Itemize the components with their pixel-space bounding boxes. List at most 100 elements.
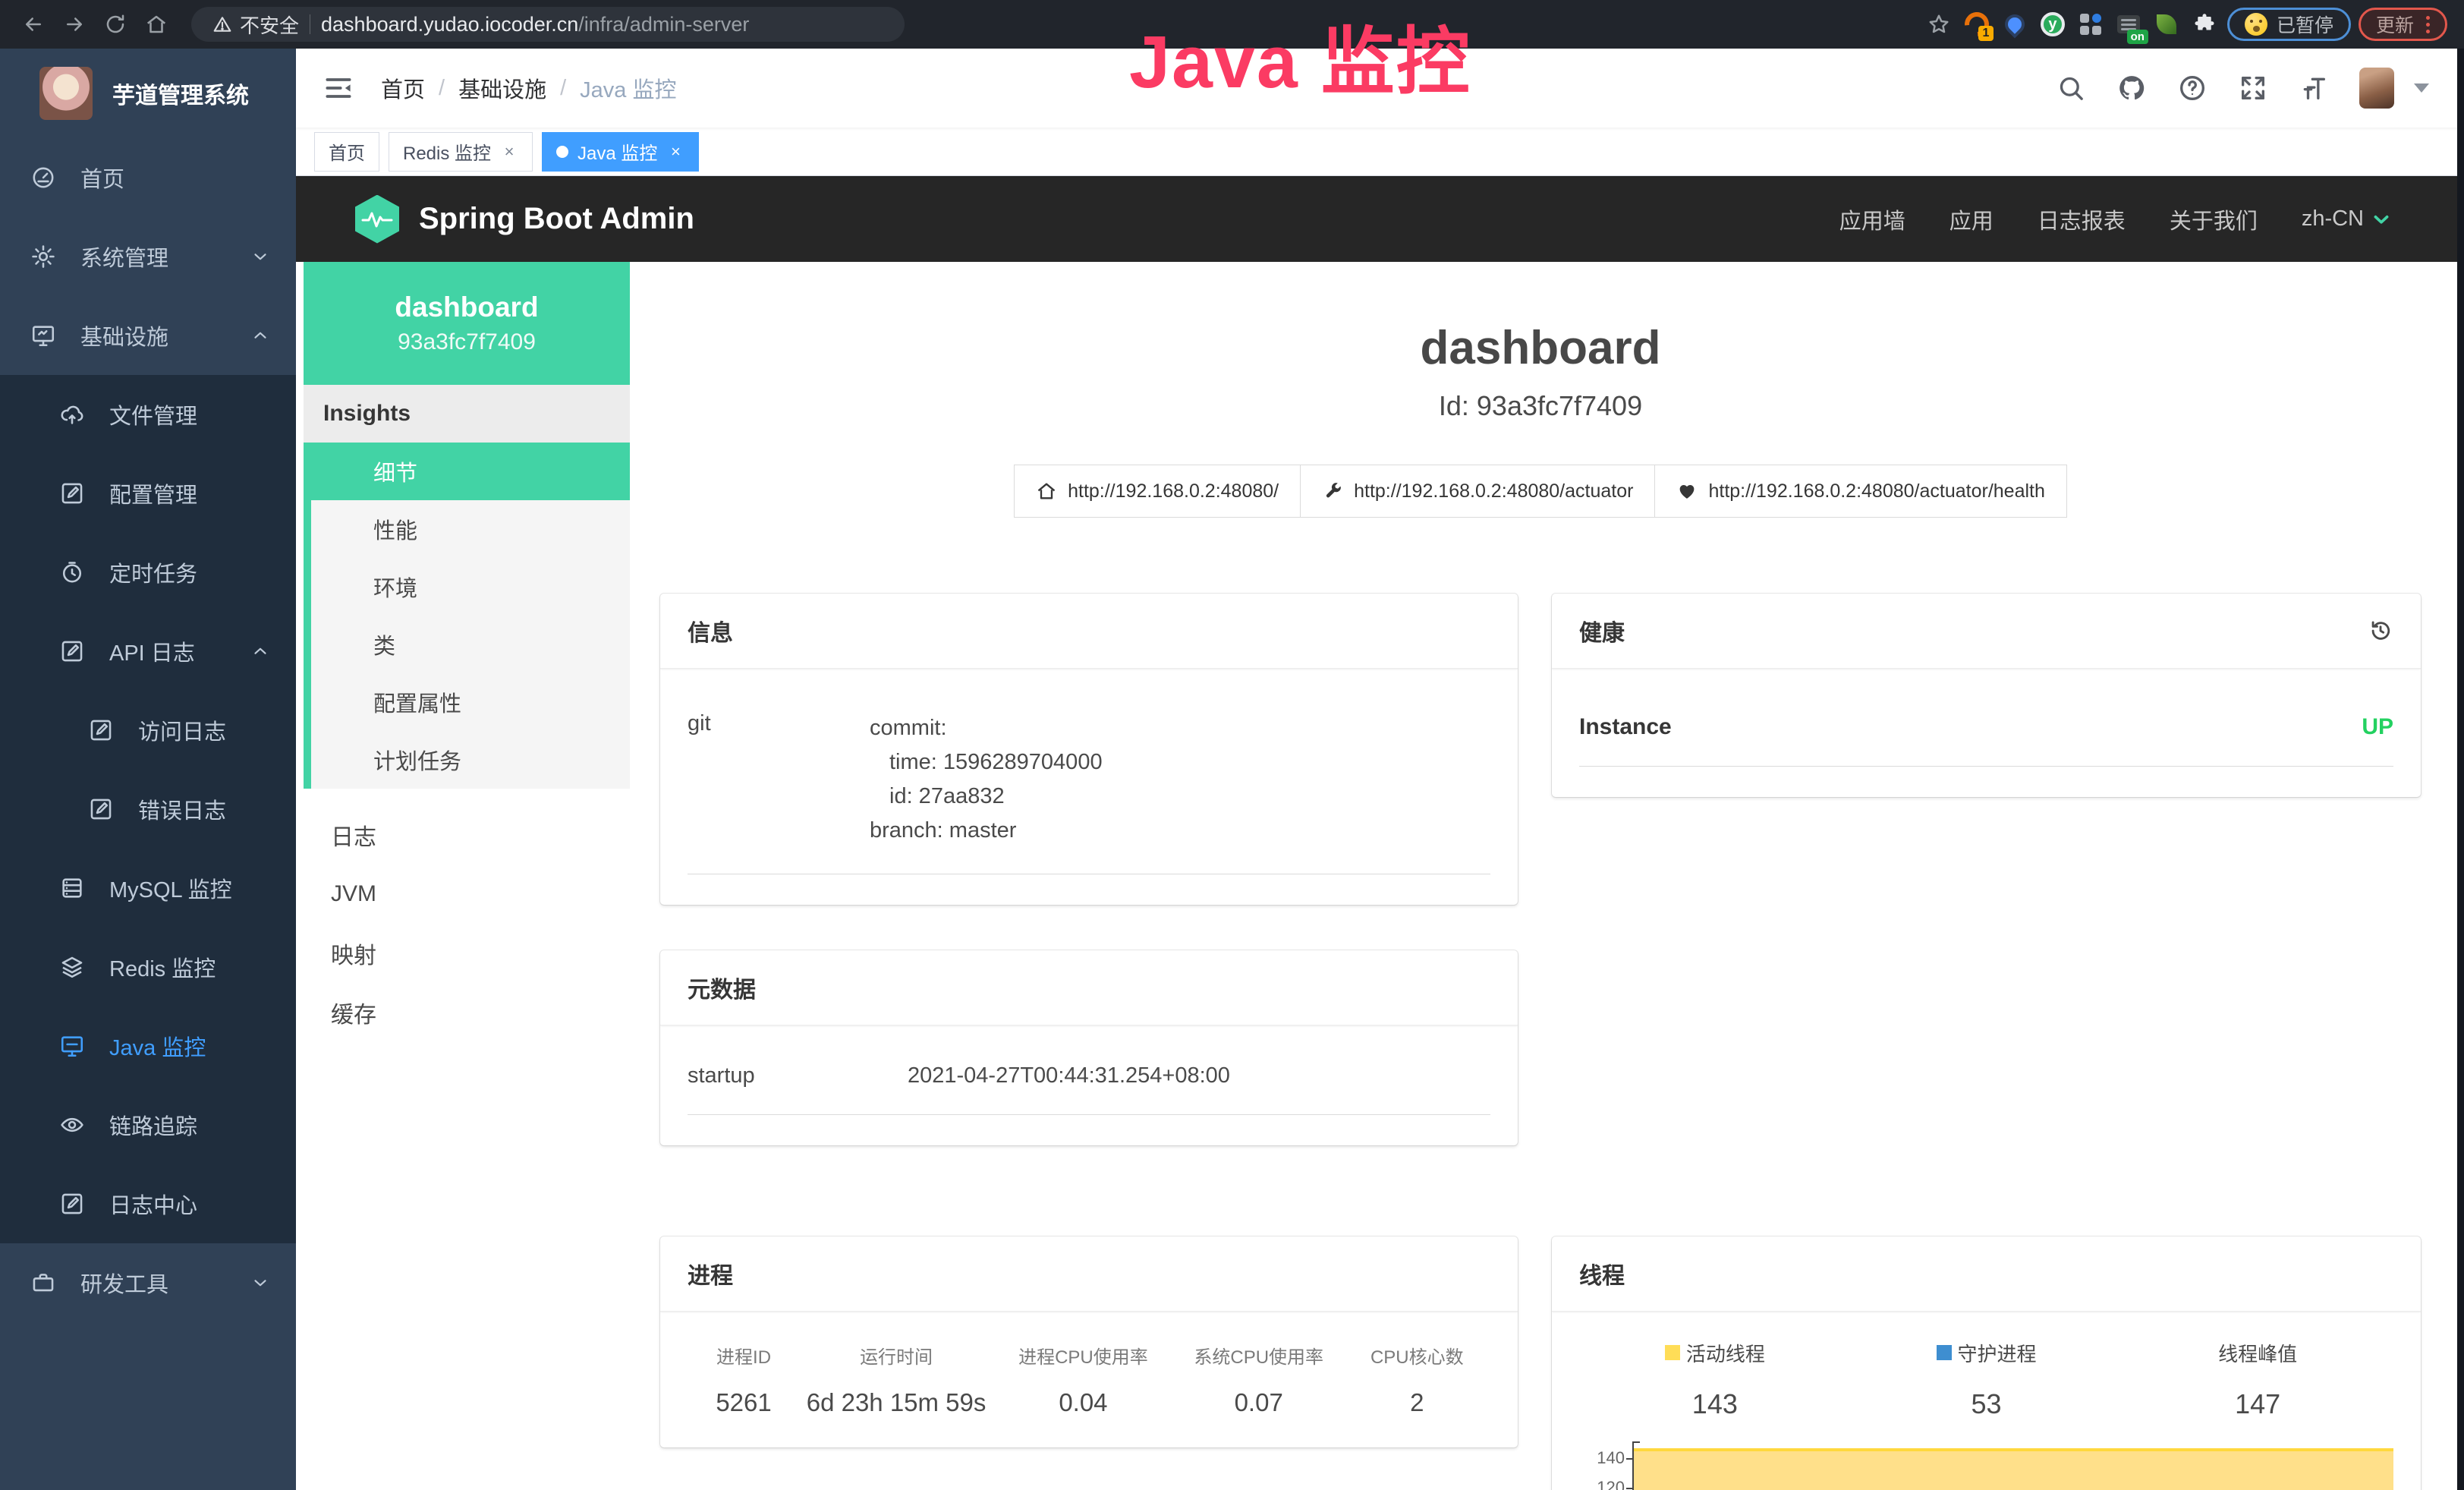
timer-icon xyxy=(59,559,85,585)
chevron-up-icon xyxy=(250,326,270,345)
threads-values: 143 53 147 xyxy=(1579,1372,2393,1420)
sba-nav-about[interactable]: 关于我们 xyxy=(2170,203,2258,235)
extension-on-icon[interactable]: on xyxy=(2113,9,2144,39)
paused-extension-pill[interactable]: 已暂停 xyxy=(2227,8,2351,41)
app-logo-row[interactable]: 芋道管理系统 xyxy=(0,49,296,138)
health-url-button[interactable]: http://192.168.0.2:48080/actuator/health xyxy=(1654,465,2066,518)
browser-menu-icon[interactable] xyxy=(2426,16,2430,33)
service-url-button[interactable]: http://192.168.0.2:48080/ xyxy=(1014,465,1301,518)
sba-menu-mappings[interactable]: 映射 xyxy=(304,924,630,983)
layers-icon xyxy=(59,954,85,980)
extension-oclock-icon[interactable]: 1 xyxy=(1962,9,1992,39)
metadata-key: startup xyxy=(688,1063,908,1088)
browser-reload-icon[interactable] xyxy=(99,8,132,41)
sidebar-item-java-monitor[interactable]: Java 监控 xyxy=(0,1006,296,1085)
sidebar-item-infra[interactable]: 基础设施 xyxy=(0,296,296,375)
extension-leaf-icon[interactable] xyxy=(2151,9,2182,39)
edit-icon xyxy=(88,796,114,822)
breadcrumb-separator xyxy=(560,76,566,101)
sidebar-item-system[interactable]: 系统管理 xyxy=(0,217,296,296)
monitor-icon xyxy=(30,323,56,348)
browser-home-icon[interactable] xyxy=(140,8,173,41)
window-scrollbar-edge[interactable] xyxy=(2457,49,2464,1490)
sidebar-item-redis[interactable]: Redis 监控 xyxy=(0,928,296,1006)
sidebar-item-log-center[interactable]: 日志中心 xyxy=(0,1164,296,1243)
sidebar-item-files[interactable]: 文件管理 xyxy=(0,375,296,454)
breadcrumb-home[interactable]: 首页 xyxy=(381,72,425,104)
chevron-down-icon xyxy=(250,1273,270,1293)
not-secure-badge[interactable]: 不安全 xyxy=(212,11,299,39)
sba-menu-scheduled-tasks[interactable]: 计划任务 xyxy=(311,731,630,789)
help-icon[interactable] xyxy=(2177,73,2208,103)
sba-menu-caches[interactable]: 缓存 xyxy=(304,983,630,1042)
sba-insights-menu: 细节 性能 环境 类 配置属性 计划任务 xyxy=(304,443,630,789)
sba-menu-details[interactable]: 细节 xyxy=(311,443,630,500)
tab-java-monitor[interactable]: Java 监控 xyxy=(542,132,699,172)
edit-icon xyxy=(59,480,85,506)
metadata-card-title: 元数据 xyxy=(688,971,756,1004)
breadcrumb-current: Java 监控 xyxy=(580,72,676,104)
chevron-down-icon xyxy=(250,247,270,266)
info-card: 信息 git commit: time: 1596289704000 id: 2… xyxy=(660,594,1518,905)
instance-title: dashboard xyxy=(660,321,2421,375)
sidebar-item-tracing[interactable]: 链路追踪 xyxy=(0,1085,296,1164)
font-size-icon[interactable] xyxy=(2299,73,2329,103)
sidebar-item-error-log[interactable]: 错误日志 xyxy=(0,770,296,849)
sidebar-item-api-log[interactable]: API 日志 xyxy=(0,612,296,691)
health-card-title: 健康 xyxy=(1579,614,1625,647)
sba-menu-metrics[interactable]: 性能 xyxy=(311,500,630,558)
sba-sidebar: dashboard 93a3fc7f7409 Insights 细节 性能 环境… xyxy=(304,262,630,1490)
actuator-url-button[interactable]: http://192.168.0.2:48080/actuator xyxy=(1300,465,1655,518)
search-icon[interactable] xyxy=(2056,73,2086,103)
history-icon[interactable] xyxy=(2368,618,2393,644)
info-key: git xyxy=(688,711,870,848)
fullscreen-icon[interactable] xyxy=(2238,73,2268,103)
hamburger-icon[interactable] xyxy=(322,71,355,105)
monitor-icon xyxy=(59,1033,85,1059)
process-uptime: 6d 23h 15m 59s xyxy=(800,1388,993,1417)
tab-redis-monitor[interactable]: Redis 监控 xyxy=(389,132,533,172)
extension-pin-icon[interactable] xyxy=(2000,9,2030,39)
sba-menu-classes[interactable]: 类 xyxy=(311,616,630,673)
sidebar-item-mysql[interactable]: MySQL 监控 xyxy=(0,849,296,928)
sidebar-item-dev-tools[interactable]: 研发工具 xyxy=(0,1243,296,1322)
threads-chart-plot xyxy=(1632,1441,2393,1490)
sba-menu-config-props[interactable]: 配置属性 xyxy=(311,673,630,731)
bookmark-star-icon[interactable] xyxy=(1924,9,1954,39)
browser-back-icon[interactable] xyxy=(17,8,50,41)
breadcrumb-infra[interactable]: 基础设施 xyxy=(458,72,546,104)
sba-menu-label: Insights xyxy=(304,385,630,443)
github-icon[interactable] xyxy=(2116,73,2147,103)
sba-menu-environment[interactable]: 环境 xyxy=(311,558,630,616)
cloud-upload-icon xyxy=(59,402,85,427)
extension-grid-icon[interactable] xyxy=(2075,9,2106,39)
sidebar-item-config[interactable]: 配置管理 xyxy=(0,454,296,533)
sidebar-item-jobs[interactable]: 定时任务 xyxy=(0,533,296,612)
sba-nav-applications[interactable]: 应用 xyxy=(1949,203,1994,235)
sba-top-links: 日志 JVM 映射 缓存 xyxy=(304,805,630,1042)
sidebar-item-home[interactable]: 首页 xyxy=(0,138,296,217)
avatar-caret-icon[interactable] xyxy=(2414,83,2429,93)
sidebar-item-access-log[interactable]: 访问日志 xyxy=(0,691,296,770)
close-icon[interactable] xyxy=(500,143,518,161)
tab-home[interactable]: 首页 xyxy=(314,132,379,172)
warning-icon xyxy=(212,14,232,34)
log-icon xyxy=(59,1191,85,1217)
close-icon[interactable] xyxy=(666,143,684,161)
address-bar[interactable]: 不安全 dashboard.yudao.iocoder.cn/infra/adm… xyxy=(191,7,905,42)
browser-forward-icon[interactable] xyxy=(58,8,91,41)
infra-submenu: 文件管理 配置管理 定时任务 API 日志 访问日志 xyxy=(0,375,296,1243)
sba-menu-logs[interactable]: 日志 xyxy=(304,805,630,865)
sba-brand-title[interactable]: Spring Boot Admin xyxy=(419,202,694,236)
extensions-puzzle-icon[interactable] xyxy=(2189,9,2220,39)
system-cpu: 0.07 xyxy=(1174,1388,1344,1417)
user-avatar[interactable] xyxy=(2359,68,2394,109)
sba-nav-wallboard[interactable]: 应用墙 xyxy=(1839,203,1905,235)
home-icon xyxy=(1036,480,1057,502)
edit-icon xyxy=(88,717,114,743)
sba-locale-select[interactable]: zh-CN xyxy=(2302,206,2391,232)
extension-y-icon[interactable]: y xyxy=(2038,9,2068,39)
sba-menu-jvm[interactable]: JVM xyxy=(304,865,630,924)
browser-update-button[interactable]: 更新 xyxy=(2359,8,2447,41)
sba-nav-journal[interactable]: 日志报表 xyxy=(2038,203,2126,235)
